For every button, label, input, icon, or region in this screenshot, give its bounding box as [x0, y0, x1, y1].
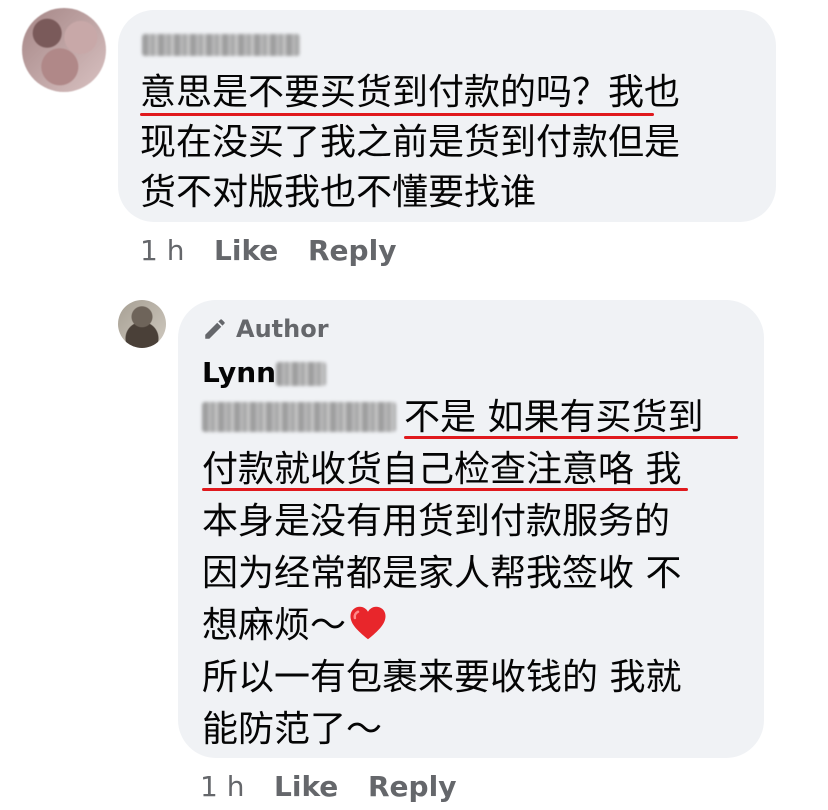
commenter-avatar[interactable]: [22, 8, 106, 92]
author-badge: Author: [202, 314, 329, 344]
comment-thread: 意思是不要买货到付款的吗？我也 现在没买了我之前是货到付款但是 货不对版我也不懂…: [0, 0, 828, 810]
like-button[interactable]: Like: [214, 234, 278, 268]
commenter-name-blurred[interactable]: [142, 34, 300, 56]
comment-text-line: 意思是不要买货到付款的吗？我也: [140, 72, 681, 113]
like-button[interactable]: Like: [274, 770, 338, 804]
reply-text-line-with-emoji: 想麻烦～: [202, 600, 388, 652]
red-underline: [140, 113, 654, 116]
mention-tag-blurred[interactable]: [202, 402, 396, 432]
author-surname-blurred: [276, 362, 326, 386]
reply-timestamp: 1 h: [200, 770, 245, 803]
red-underline: [404, 436, 738, 439]
reply-text-line: 因为经常都是家人帮我签收 不: [202, 553, 682, 594]
red-underline: [202, 488, 688, 491]
reply-text-line: 能防范了～: [202, 709, 383, 750]
author-avatar[interactable]: [118, 300, 166, 348]
reply-text-line: 本身是没有用货到付款服务的: [202, 501, 671, 542]
reply-text-line: 想麻烦～: [202, 605, 347, 646]
reply-author-name[interactable]: Lynn: [202, 356, 276, 390]
comment-timestamp: 1 h: [140, 234, 185, 267]
reply-text-line: 所以一有包裹来要收钱的 我就: [202, 657, 682, 698]
author-badge-label: Author: [236, 315, 329, 343]
pencil-icon: [205, 319, 225, 339]
red-heart-icon: [350, 606, 386, 640]
reply-button[interactable]: Reply: [368, 770, 456, 804]
comment-text-line: 货不对版我也不懂要找谁: [140, 172, 537, 213]
comment-text-line: 现在没买了我之前是货到付款但是: [140, 122, 681, 163]
reply-button[interactable]: Reply: [308, 234, 396, 268]
